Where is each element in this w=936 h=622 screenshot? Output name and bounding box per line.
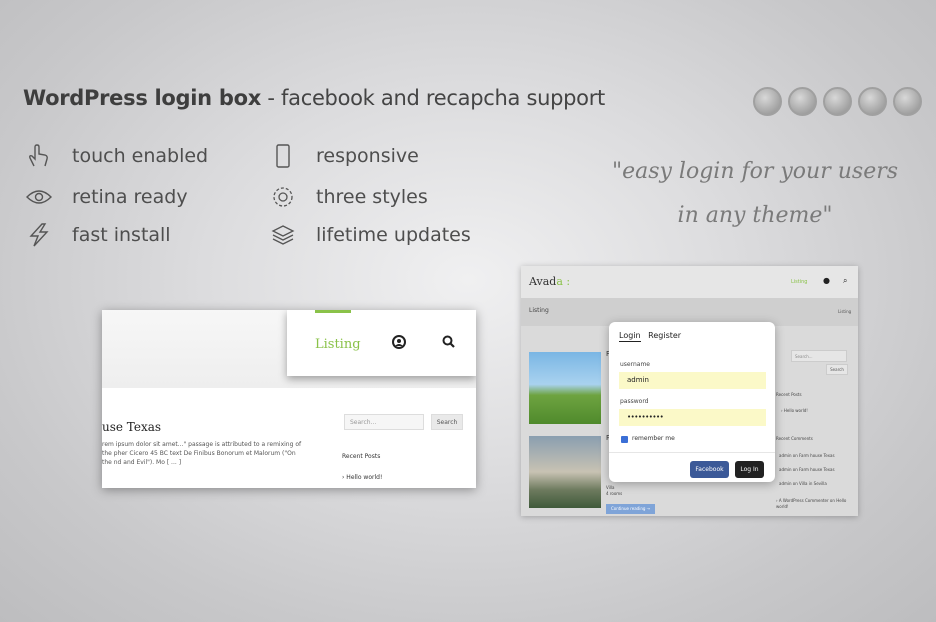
- remember-checkbox[interactable]: [621, 436, 628, 443]
- site-logo[interactable]: Avada :: [529, 275, 570, 288]
- post-meta: Villa 4 rooms: [606, 485, 623, 496]
- headline-rest: facebook and recapcha support: [281, 86, 605, 110]
- house-image[interactable]: [529, 352, 601, 424]
- search-icon[interactable]: [442, 335, 455, 352]
- tab-register[interactable]: Register: [648, 331, 681, 340]
- headline-dash: -: [267, 86, 275, 110]
- password-label: password: [620, 398, 649, 405]
- headline: WordPress login box - facebook and recap…: [23, 86, 605, 110]
- feature-retina: retina ready: [26, 184, 188, 210]
- feature-touch: touch enabled: [26, 143, 208, 169]
- preview-menu: Listing: [287, 310, 476, 376]
- ie-icon: [823, 87, 852, 116]
- username-label: username: [620, 361, 650, 368]
- menu-listing[interactable]: Listing: [315, 337, 361, 352]
- login-tabs: Login Register: [619, 331, 681, 342]
- search-icon[interactable]: ⌕: [843, 276, 847, 286]
- username-field[interactable]: admin: [619, 372, 766, 389]
- recent-post-link[interactable]: › Hello world!: [781, 408, 808, 413]
- search-button[interactable]: Search: [826, 364, 848, 375]
- tab-login[interactable]: Login: [619, 331, 641, 342]
- site-preview-zoomed: Listing use Texas rem ipsum dolor sit am…: [102, 310, 476, 488]
- recent-posts-heading: Recent Posts: [342, 453, 381, 460]
- breadcrumb[interactable]: Listing: [838, 309, 851, 314]
- recent-posts-heading: Recent Posts: [776, 392, 802, 397]
- feature-responsive: responsive: [270, 143, 419, 169]
- tagline-quote: "easy login for your users in any theme": [611, 159, 899, 228]
- phone-icon: [270, 143, 296, 169]
- comment-link[interactable]: admin on Farm house Texas: [779, 453, 835, 458]
- headline-bold: WordPress login box: [23, 86, 261, 110]
- feature-styles: three styles: [270, 184, 428, 210]
- comment-link[interactable]: › A WordPress Commenter on Hello world!: [776, 498, 848, 510]
- recent-comments-heading: Recent Comments: [776, 436, 813, 441]
- safari-icon: [893, 87, 922, 116]
- page-title: Listing: [529, 307, 549, 314]
- opera-icon: [858, 87, 887, 116]
- villa-image[interactable]: [529, 436, 601, 508]
- search-input[interactable]: Search...: [791, 350, 847, 362]
- hand-icon: [26, 143, 52, 169]
- search-input[interactable]: Search...: [344, 414, 424, 430]
- recent-post-link[interactable]: › Hello world!: [342, 474, 382, 481]
- login-button[interactable]: Log In: [735, 461, 764, 478]
- facebook-login-button[interactable]: Facebook: [690, 461, 729, 478]
- continue-reading-button[interactable]: Continue reading →: [606, 504, 655, 514]
- lightning-icon: [26, 222, 52, 248]
- feature-install: fast install: [26, 222, 171, 248]
- eye-icon: [26, 184, 52, 210]
- nav-listing[interactable]: Listing: [791, 279, 807, 285]
- browser-support: [753, 87, 922, 116]
- remember-label: remember me: [632, 435, 675, 442]
- post-excerpt: rem ipsum dolor sit amet..." passage is …: [102, 441, 302, 466]
- password-field[interactable]: ••••••••••: [619, 409, 766, 426]
- gear-icon: [270, 184, 296, 210]
- divider: [609, 452, 775, 453]
- firefox-icon: [788, 87, 817, 116]
- search-button[interactable]: Search: [431, 414, 463, 430]
- post-title[interactable]: use Texas: [102, 420, 161, 434]
- login-box: Login Register username admin password •…: [609, 322, 775, 482]
- layers-icon: [270, 222, 296, 248]
- user-icon[interactable]: [392, 335, 406, 353]
- menu-active-bar: [315, 310, 351, 313]
- comment-link[interactable]: admin on Villa in Sevilla: [779, 481, 827, 486]
- comment-link[interactable]: admin on Farm house Texas: [779, 467, 835, 472]
- chrome-icon: [753, 87, 782, 116]
- feature-updates: lifetime updates: [270, 222, 471, 248]
- user-icon[interactable]: ●: [823, 276, 830, 285]
